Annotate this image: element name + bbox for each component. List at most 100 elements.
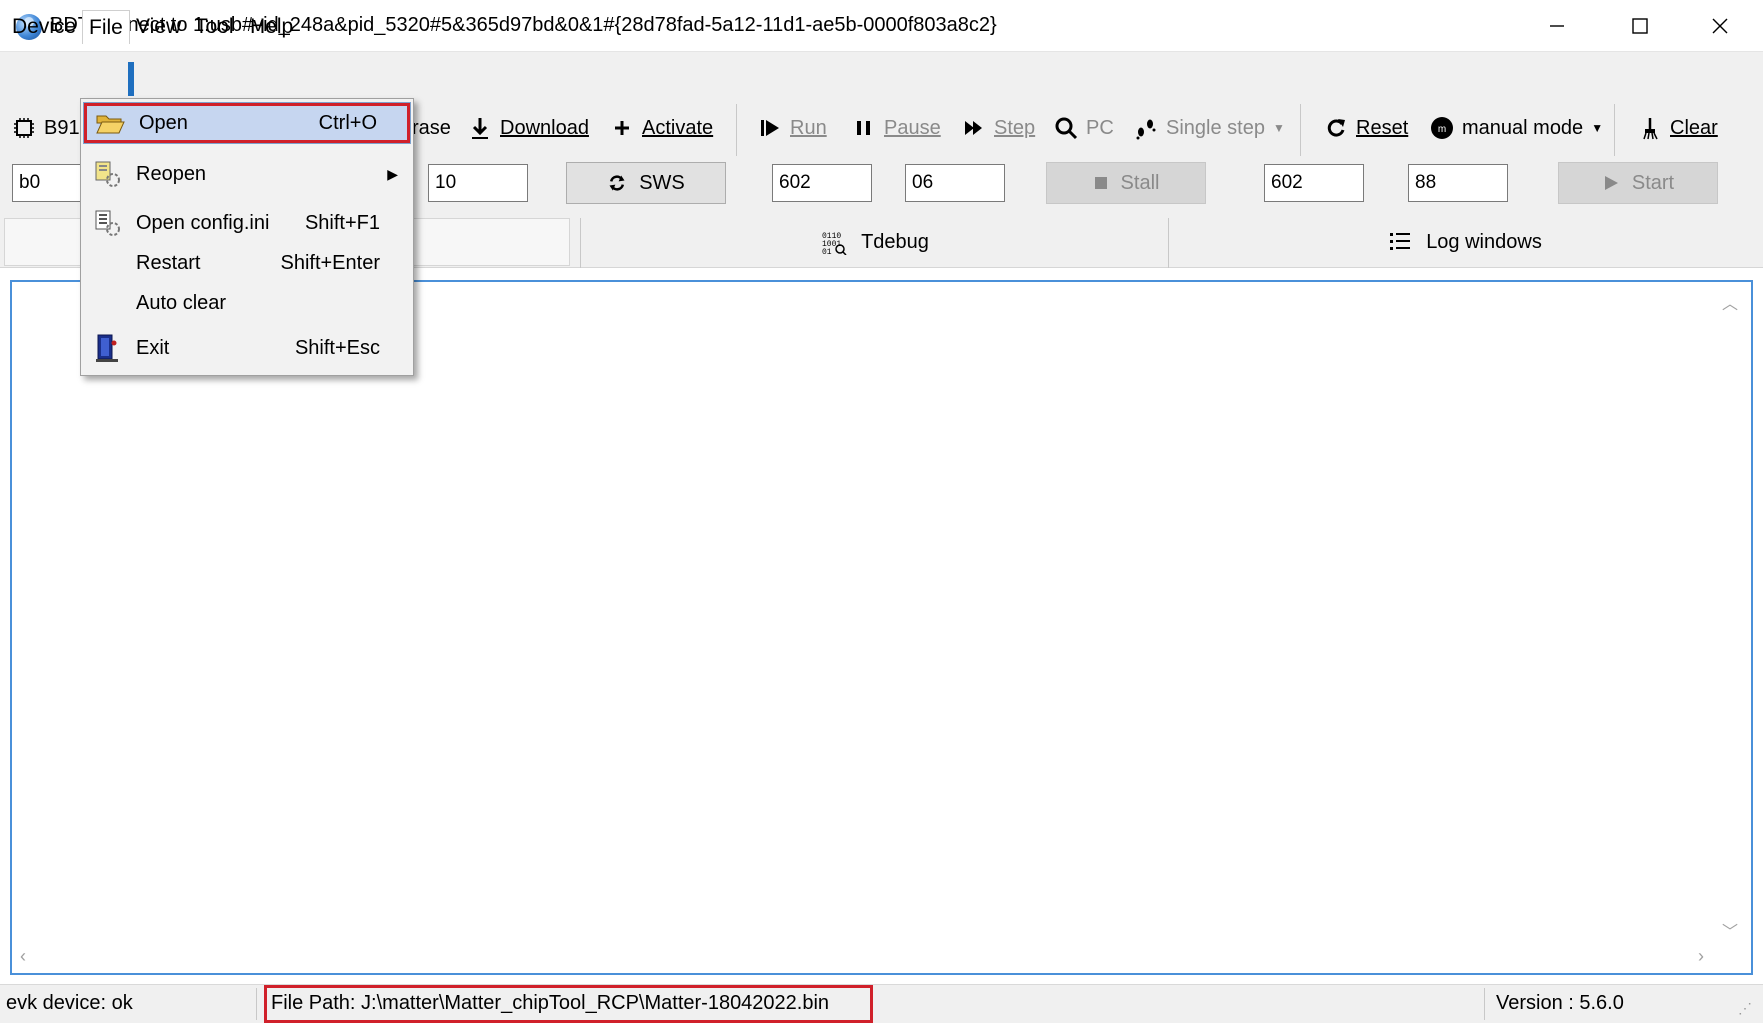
binary-search-icon: 0110100101 xyxy=(822,232,847,255)
menu-tool[interactable]: Tool xyxy=(189,10,240,44)
fast-forward-icon xyxy=(965,121,982,135)
step-label: Step xyxy=(994,116,1036,139)
scroll-down-icon[interactable]: ﹀ xyxy=(1722,918,1738,942)
menu-help[interactable]: Help xyxy=(244,10,299,44)
menu-item-exit[interactable]: Exit Shift+Esc xyxy=(84,328,410,368)
menu-bar xyxy=(0,52,1763,102)
tab-tdebug[interactable]: 0110 1001 01 Tdebug xyxy=(582,216,1168,268)
mode-circle-icon: m xyxy=(1431,117,1453,139)
minimize-icon xyxy=(1550,25,1564,27)
menu-item-auto-clear[interactable]: Auto clear xyxy=(84,283,410,323)
svg-text:01: 01 xyxy=(822,248,832,255)
mode-dropdown[interactable]: m manual mode ▼ xyxy=(1430,108,1603,148)
menu-file[interactable]: File xyxy=(82,10,130,44)
scroll-left-icon[interactable]: ‹ xyxy=(20,946,26,967)
menu-item-open-shortcut: Ctrl+O xyxy=(318,111,377,134)
activate-button[interactable]: Activate xyxy=(610,108,713,148)
list-icon xyxy=(1390,233,1411,250)
version-label: Version : 5.6.0 xyxy=(1496,992,1624,1014)
menu-device[interactable]: Device xyxy=(6,10,82,44)
stall-button[interactable]: Stall xyxy=(1046,162,1206,204)
download-button[interactable]: Download xyxy=(468,108,589,148)
address-field-2[interactable]: 10 xyxy=(428,164,528,202)
pause-button[interactable]: Pause xyxy=(852,108,941,148)
log-output-area[interactable] xyxy=(10,280,1753,975)
scroll-right-icon[interactable]: › xyxy=(1698,946,1704,967)
clear-button[interactable]: Clear xyxy=(1638,108,1718,148)
menu-item-exit-label: Exit xyxy=(136,336,170,359)
address-field-1[interactable]: b0 xyxy=(12,164,86,202)
play-icon xyxy=(1604,176,1618,190)
single-step-label: Single step xyxy=(1166,116,1265,139)
search-icon xyxy=(1055,117,1078,140)
reopen-icon xyxy=(95,161,120,187)
file-path: File Path: J:\matter\Matter_chipTool_RCP… xyxy=(271,992,830,1014)
device-status: evk device: ok xyxy=(6,992,133,1014)
refresh-icon xyxy=(1327,119,1345,137)
download-label: Download xyxy=(500,116,589,139)
menu-item-open-label: Open xyxy=(139,111,188,134)
start-button[interactable]: Start xyxy=(1558,162,1718,204)
chip-select-button[interactable]: B91 xyxy=(12,108,80,148)
config-file-icon xyxy=(95,210,120,236)
erase-button[interactable]: rase xyxy=(412,108,451,148)
minimize-button[interactable] xyxy=(1517,0,1597,52)
clear-label: Clear xyxy=(1670,116,1718,139)
tab-tdebug-label: Tdebug xyxy=(861,230,929,253)
folder-open-icon xyxy=(96,115,125,134)
menu-item-open[interactable]: Open Ctrl+O xyxy=(83,102,411,144)
scroll-up-icon[interactable]: ︿ xyxy=(1722,290,1738,314)
tab-log-windows[interactable]: Log windows xyxy=(1170,216,1760,268)
menu-item-open-config-label: Open config.ini xyxy=(136,211,270,234)
toolbar-separator xyxy=(1300,104,1301,156)
resize-grip-icon[interactable]: ⋰ xyxy=(1738,1000,1752,1017)
value-field-2[interactable]: 06 xyxy=(905,164,1005,202)
submenu-arrow-icon: ▶ xyxy=(387,165,398,182)
value-field-3[interactable]: 602 xyxy=(1264,164,1364,202)
sws-label: SWS xyxy=(639,171,685,194)
chip-icon xyxy=(14,118,34,138)
start-label: Start xyxy=(1631,171,1675,194)
maximize-icon xyxy=(1632,18,1648,34)
menu-view[interactable]: View xyxy=(130,10,187,44)
run-label: Run xyxy=(790,116,827,139)
broom-icon xyxy=(1643,118,1658,140)
stop-square-icon xyxy=(1094,177,1107,189)
menu-item-reopen[interactable]: Reopen ▶ xyxy=(84,154,410,194)
menu-item-restart-label: Restart xyxy=(136,251,201,274)
pc-label: PC xyxy=(1086,116,1114,139)
menu-item-auto-clear-label: Auto clear xyxy=(136,291,227,314)
menu-item-open-config[interactable]: Open config.ini Shift+F1 xyxy=(84,203,410,243)
horizontal-scrollbar[interactable] xyxy=(12,940,1724,972)
reset-label: Reset xyxy=(1356,116,1409,139)
run-button[interactable]: Run xyxy=(758,108,827,148)
value-field-1[interactable]: 602 xyxy=(772,164,872,202)
tab-log-windows-label: Log windows xyxy=(1426,230,1542,253)
menu-item-restart-shortcut: Shift+Enter xyxy=(280,251,380,274)
step-button[interactable]: Step xyxy=(962,108,1035,148)
menu-item-open-config-shortcut: Shift+F1 xyxy=(304,211,380,234)
reset-button[interactable]: Reset xyxy=(1324,108,1408,148)
activate-label: Activate xyxy=(642,116,714,139)
close-icon xyxy=(1712,18,1728,34)
erase-label: rase xyxy=(412,116,451,139)
close-button[interactable] xyxy=(1680,0,1760,52)
maximize-button[interactable] xyxy=(1600,0,1680,52)
tab-separator xyxy=(580,218,581,268)
value-field-4[interactable]: 88 xyxy=(1408,164,1508,202)
menu-item-restart[interactable]: Restart Shift+Enter xyxy=(84,243,410,283)
status-separator xyxy=(256,988,257,1020)
mode-label: manual mode xyxy=(1462,116,1584,139)
sws-button[interactable]: SWS xyxy=(566,162,726,204)
exit-door-icon xyxy=(96,334,118,362)
single-step-dropdown[interactable]: Single step ▼ xyxy=(1134,108,1285,148)
tab-separator xyxy=(1168,218,1169,268)
menu-item-exit-shortcut: Shift+Esc xyxy=(294,336,380,359)
svg-text:m: m xyxy=(1438,124,1446,135)
stall-label: Stall xyxy=(1120,171,1160,194)
menu-item-reopen-label: Reopen xyxy=(136,162,207,185)
toolbar-separator xyxy=(1614,104,1615,156)
pc-button[interactable]: PC xyxy=(1054,108,1114,148)
chevron-down-icon: ▼ xyxy=(1591,121,1604,135)
pause-icon xyxy=(857,121,870,135)
